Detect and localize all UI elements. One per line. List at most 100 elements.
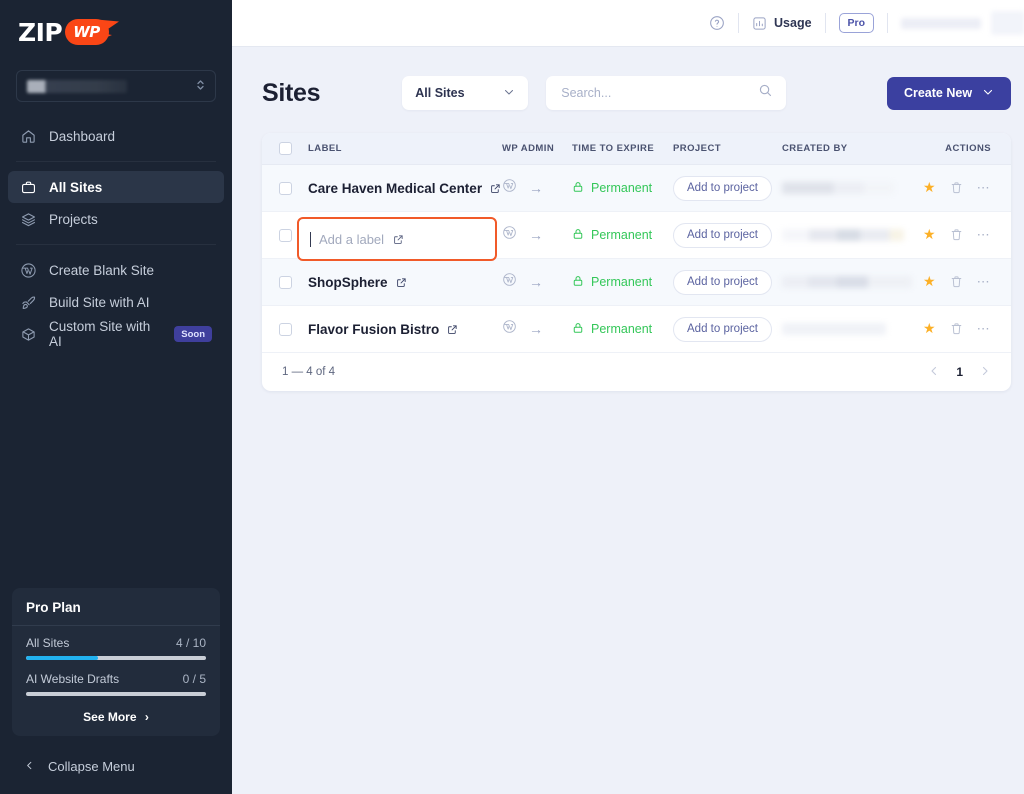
sidebar-item-label: Custom Site with AI: [49, 319, 162, 349]
row-expire-cell: Permanent: [572, 181, 673, 196]
sidebar-divider-1: [16, 161, 216, 162]
row-project-cell: Add to project: [673, 223, 782, 248]
expire-label: Permanent: [591, 275, 652, 289]
briefcase-icon: [20, 179, 37, 196]
topbar-divider-2: [825, 13, 826, 33]
search-box[interactable]: [546, 76, 786, 110]
wordpress-icon[interactable]: [502, 225, 517, 245]
more-options-icon[interactable]: ⋯: [977, 227, 992, 243]
site-label[interactable]: Care Haven Medical Center: [308, 181, 482, 196]
wordpress-icon[interactable]: [502, 319, 517, 339]
trash-icon[interactable]: [950, 275, 963, 288]
star-icon[interactable]: ★: [923, 273, 936, 290]
logo-text-zip: ZIP: [18, 18, 62, 47]
page-number[interactable]: 1: [956, 365, 963, 379]
row-actions-cell: ★ ⋯: [923, 179, 1011, 197]
row-created-by-cell: [782, 276, 923, 288]
logo[interactable]: ZIP WP: [0, 0, 232, 52]
add-to-project-button[interactable]: Add to project: [673, 223, 772, 248]
site-label[interactable]: Flavor Fusion Bistro: [308, 322, 439, 337]
plan-badge[interactable]: Pro: [839, 13, 875, 33]
external-link-icon[interactable]: [447, 324, 458, 335]
sidebar-divider-2: [16, 244, 216, 245]
sidebar-item-build-site-with-ai[interactable]: Build Site with AI: [8, 286, 224, 318]
row-expire-cell: Permanent: [572, 275, 673, 290]
search-input[interactable]: [559, 85, 749, 101]
wordpress-icon[interactable]: [502, 178, 517, 198]
row-wp-admin-cell: →: [502, 272, 572, 292]
more-options-icon[interactable]: ⋯: [977, 274, 992, 290]
row-checkbox[interactable]: [279, 276, 292, 289]
sidebar-item-custom-site-with-ai[interactable]: Custom Site with AI Soon: [8, 318, 224, 350]
collapse-menu-label: Collapse Menu: [48, 759, 135, 774]
more-options-icon[interactable]: ⋯: [977, 321, 992, 337]
star-icon[interactable]: ★: [923, 320, 936, 337]
search-icon: [758, 83, 773, 103]
trash-icon[interactable]: [950, 181, 963, 194]
row-label-cell: Care Haven Medical Center: [308, 181, 502, 196]
plan-metric-value: 0 / 5: [183, 672, 206, 686]
expire-label: Permanent: [591, 228, 652, 242]
up-down-chevron-icon: [196, 78, 205, 94]
column-header-time-to-expire: TIME TO EXPIRE: [572, 143, 673, 154]
lock-icon: [572, 228, 584, 243]
star-icon[interactable]: ★: [923, 179, 936, 196]
row-checkbox[interactable]: [279, 229, 292, 242]
table-row: ShopSphere →: [262, 259, 1011, 306]
table-row: Add a label →: [262, 212, 1011, 259]
chevron-right-icon[interactable]: [979, 365, 991, 380]
lock-icon: [572, 322, 584, 337]
external-link-icon[interactable]: [396, 277, 407, 288]
collapse-menu-button[interactable]: Collapse Menu: [12, 755, 147, 778]
add-to-project-button[interactable]: Add to project: [673, 176, 772, 201]
row-wp-admin-cell: →: [502, 178, 572, 198]
sidebar-nav: Dashboard All Sites Projects: [0, 120, 232, 350]
soon-badge: Soon: [174, 326, 212, 342]
sidebar-item-create-blank-site[interactable]: Create Blank Site: [8, 254, 224, 286]
create-new-button[interactable]: Create New: [887, 77, 1011, 110]
logo-wp-badge: WP: [65, 17, 121, 47]
chevron-left-icon[interactable]: [928, 365, 940, 380]
row-checkbox[interactable]: [279, 323, 292, 336]
select-all-checkbox[interactable]: [279, 142, 292, 155]
usage-button[interactable]: Usage: [752, 16, 812, 31]
trash-icon[interactable]: [950, 228, 963, 241]
add-to-project-button[interactable]: Add to project: [673, 317, 772, 342]
column-header-wp-admin: WP ADMIN: [502, 143, 572, 154]
sidebar-item-dashboard[interactable]: Dashboard: [8, 120, 224, 152]
open-arrow-icon[interactable]: →: [529, 227, 543, 243]
row-label-cell: Flavor Fusion Bistro: [308, 322, 502, 337]
more-options-icon[interactable]: ⋯: [977, 180, 992, 196]
external-link-icon[interactable]: [393, 234, 404, 245]
label-edit-input[interactable]: Add a label: [297, 217, 497, 261]
site-label[interactable]: ShopSphere: [308, 275, 388, 290]
sidebar-item-projects[interactable]: Projects: [8, 203, 224, 235]
row-project-cell: Add to project: [673, 270, 782, 295]
open-arrow-icon[interactable]: →: [529, 321, 543, 337]
row-actions-cell: ★ ⋯: [923, 320, 1011, 338]
external-link-icon[interactable]: [490, 183, 501, 194]
sidebar-item-all-sites[interactable]: All Sites: [8, 171, 224, 203]
open-arrow-icon[interactable]: →: [529, 180, 543, 196]
trash-icon[interactable]: [950, 322, 963, 335]
sites-filter-select[interactable]: All Sites: [402, 76, 528, 110]
open-arrow-icon[interactable]: →: [529, 274, 543, 290]
question-circle-icon[interactable]: [709, 15, 725, 31]
wordpress-icon: [20, 262, 37, 279]
logo-text-wp: WP: [73, 23, 100, 41]
row-label-cell: ShopSphere: [308, 275, 502, 290]
plan-metric-value: 4 / 10: [176, 636, 206, 650]
wordpress-icon[interactable]: [502, 272, 517, 292]
row-created-by-cell: [782, 182, 923, 194]
sidebar-item-label: Projects: [49, 212, 98, 227]
star-icon[interactable]: ★: [923, 226, 936, 243]
site-selector[interactable]: [16, 70, 216, 102]
see-more-button[interactable]: See More ›: [26, 708, 206, 724]
row-checkbox[interactable]: [279, 182, 292, 195]
table-header-row: LABEL WP ADMIN TIME TO EXPIRE PROJECT CR…: [262, 133, 1011, 165]
plan-usage-card: Pro Plan All Sites 4 / 10 AI Website Dra…: [12, 588, 220, 736]
avatar[interactable]: [991, 11, 1024, 35]
add-to-project-button[interactable]: Add to project: [673, 270, 772, 295]
row-project-cell: Add to project: [673, 176, 782, 201]
chevron-right-icon: ›: [145, 710, 149, 724]
